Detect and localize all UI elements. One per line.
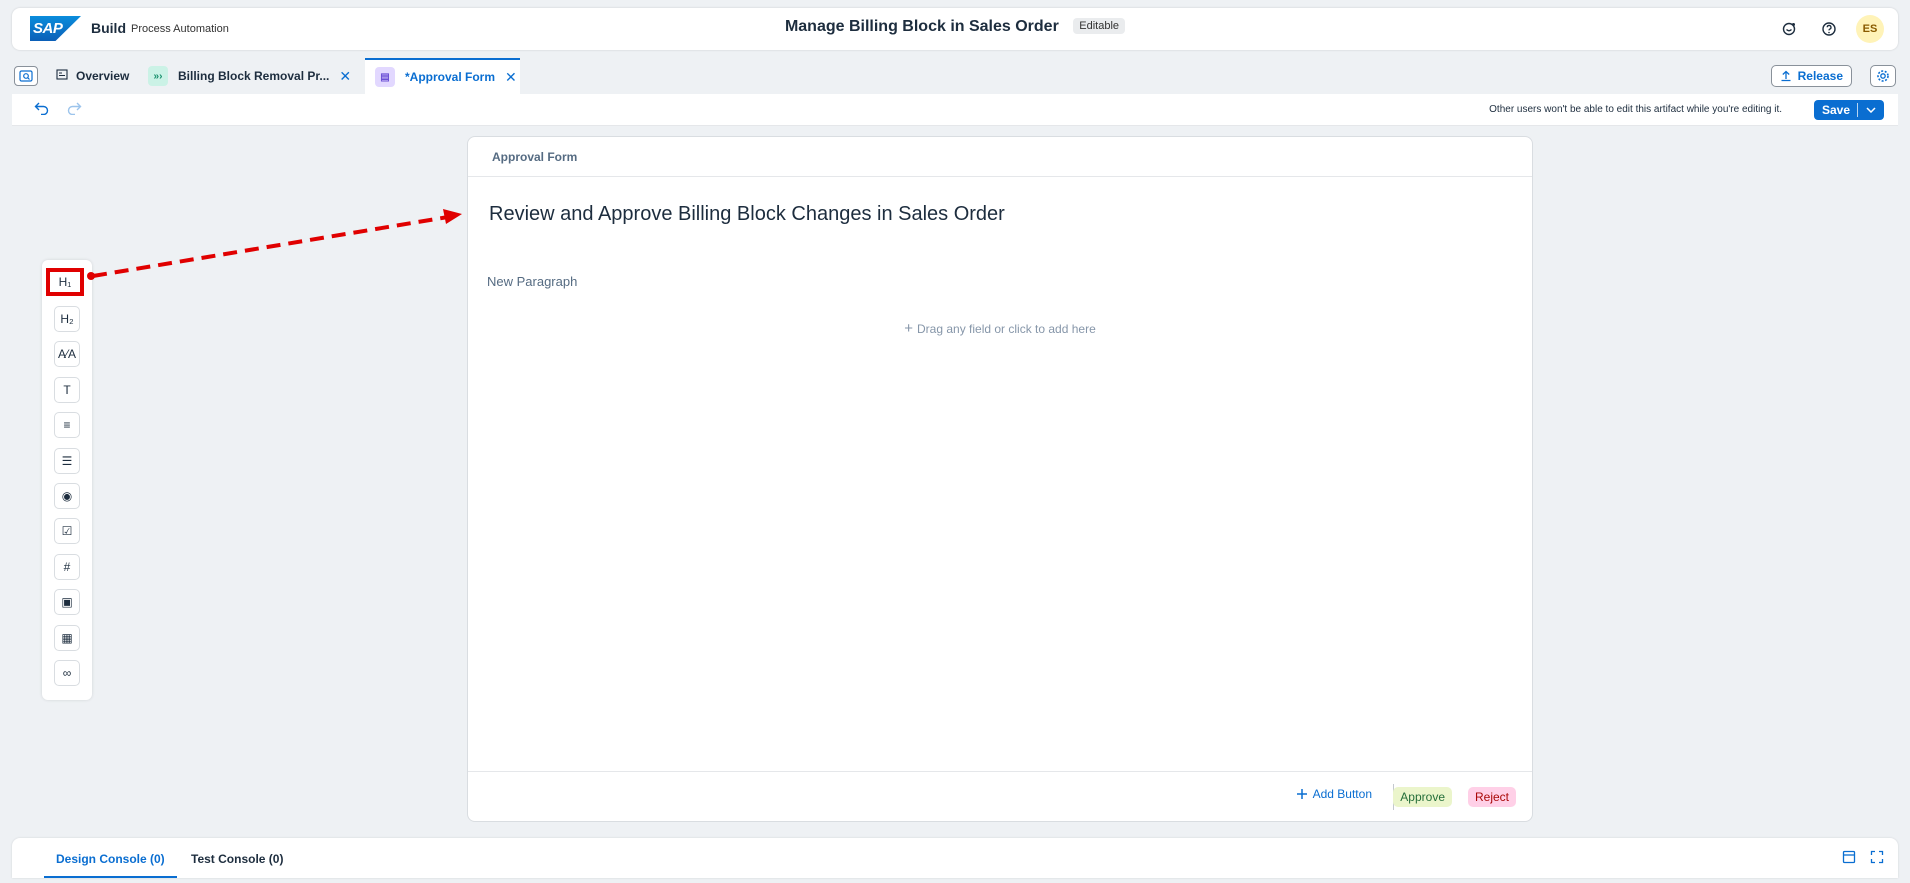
save-label: Save — [1814, 103, 1858, 117]
form-paragraph[interactable]: New Paragraph — [487, 274, 577, 289]
palette-item-radio[interactable]: ◉ — [54, 483, 80, 509]
palette-item-date[interactable]: ▣ — [54, 589, 80, 615]
add-icon: + — [904, 320, 913, 337]
project-title: Manage Billing Block in Sales Order — [784, 18, 1059, 35]
editor-toolbar: Other users won't be able to edit this a… — [12, 94, 1898, 126]
tab-label: Billing Block Removal Pr... — [178, 69, 330, 83]
help-icon[interactable] — [1816, 16, 1842, 42]
search-icon — [19, 70, 33, 82]
palette-item-dropdown[interactable]: ☰ — [54, 448, 80, 474]
sap-logo[interactable]: SAP — [30, 16, 81, 41]
joule-icon[interactable] — [1776, 16, 1802, 42]
palette-item-heading-2[interactable]: H₂ — [54, 306, 80, 332]
form-heading[interactable]: Review and Approve Billing Block Changes… — [489, 203, 1005, 226]
tab-billing-block-process[interactable]: »› Billing Block Removal Pr... ✕ — [148, 58, 351, 94]
panel-icon[interactable] — [1842, 850, 1856, 869]
tab-design-console[interactable]: Design Console (0) — [44, 852, 177, 878]
palette-item-number[interactable]: # — [54, 554, 80, 580]
avatar[interactable]: ES — [1856, 15, 1884, 43]
product-subtitle: Process Automation — [131, 23, 229, 35]
tab-test-console[interactable]: Test Console (0) — [191, 852, 283, 866]
editor-tab-bar: Overview »› Billing Block Removal Pr... … — [12, 58, 1898, 94]
palette-item-text-area[interactable]: ≡ — [54, 412, 80, 438]
save-button[interactable]: Save — [1814, 100, 1884, 120]
tab-overview[interactable]: Overview — [56, 58, 129, 94]
tab-search-button[interactable] — [14, 66, 38, 86]
field-drop-zone[interactable]: + Drag any field or click to add here — [468, 320, 1532, 337]
field-palette: H₁ H₂ A⁄A T ≡ ☰ ◉ ☑ # ▣ ▦ ∞ — [42, 260, 92, 700]
overview-icon — [56, 69, 68, 83]
tab-approval-form[interactable]: ▤ *Approval Form ✕ — [365, 58, 520, 94]
product-name: Build — [91, 20, 126, 36]
form-header: Approval Form — [468, 137, 1532, 177]
redo-icon[interactable] — [66, 101, 82, 120]
palette-item-link[interactable]: ∞ — [54, 660, 80, 686]
close-icon[interactable]: ✕ — [505, 69, 517, 86]
form-icon: ▤ — [375, 67, 395, 87]
upload-icon — [1781, 70, 1791, 82]
reject-button[interactable]: Reject — [1467, 787, 1516, 807]
expand-icon[interactable] — [1870, 850, 1884, 869]
add-button-label: Add Button — [1312, 787, 1372, 801]
palette-item-paragraph[interactable]: A⁄A — [54, 341, 80, 367]
approve-button[interactable]: Approve — [1393, 787, 1452, 807]
drop-hint: Drag any field or click to add here — [917, 322, 1096, 336]
add-button[interactable]: Add Button — [1296, 787, 1372, 801]
undo-icon[interactable] — [34, 101, 50, 120]
form-canvas: Approval Form Review and Approve Billing… — [467, 136, 1533, 822]
palette-item-heading-1[interactable]: H₁ — [46, 268, 84, 296]
add-icon — [1296, 789, 1307, 799]
process-icon: »› — [148, 66, 168, 86]
close-icon[interactable]: ✕ — [339, 68, 351, 85]
tab-label: *Approval Form — [405, 70, 496, 84]
tab-label: Overview — [76, 69, 130, 83]
chevron-down-icon[interactable] — [1858, 107, 1884, 113]
status-badge: Editable — [1073, 18, 1126, 34]
release-button[interactable]: Release — [1770, 65, 1852, 87]
gear-icon — [1877, 70, 1889, 82]
edit-lock-notice: Other users won't be able to edit this a… — [1489, 104, 1782, 115]
release-label: Release — [1797, 69, 1843, 83]
form-footer: Add Button Approve Reject — [468, 771, 1532, 821]
console-panel: Design Console (0) Test Console (0) — [12, 838, 1898, 878]
settings-button[interactable] — [1870, 65, 1896, 87]
palette-item-text[interactable]: T — [54, 377, 80, 403]
palette-item-table[interactable]: ▦ — [54, 625, 80, 651]
shell-bar: SAP Build Process Automation Manage Bill… — [12, 8, 1898, 50]
palette-item-checkbox[interactable]: ☑ — [54, 518, 80, 544]
